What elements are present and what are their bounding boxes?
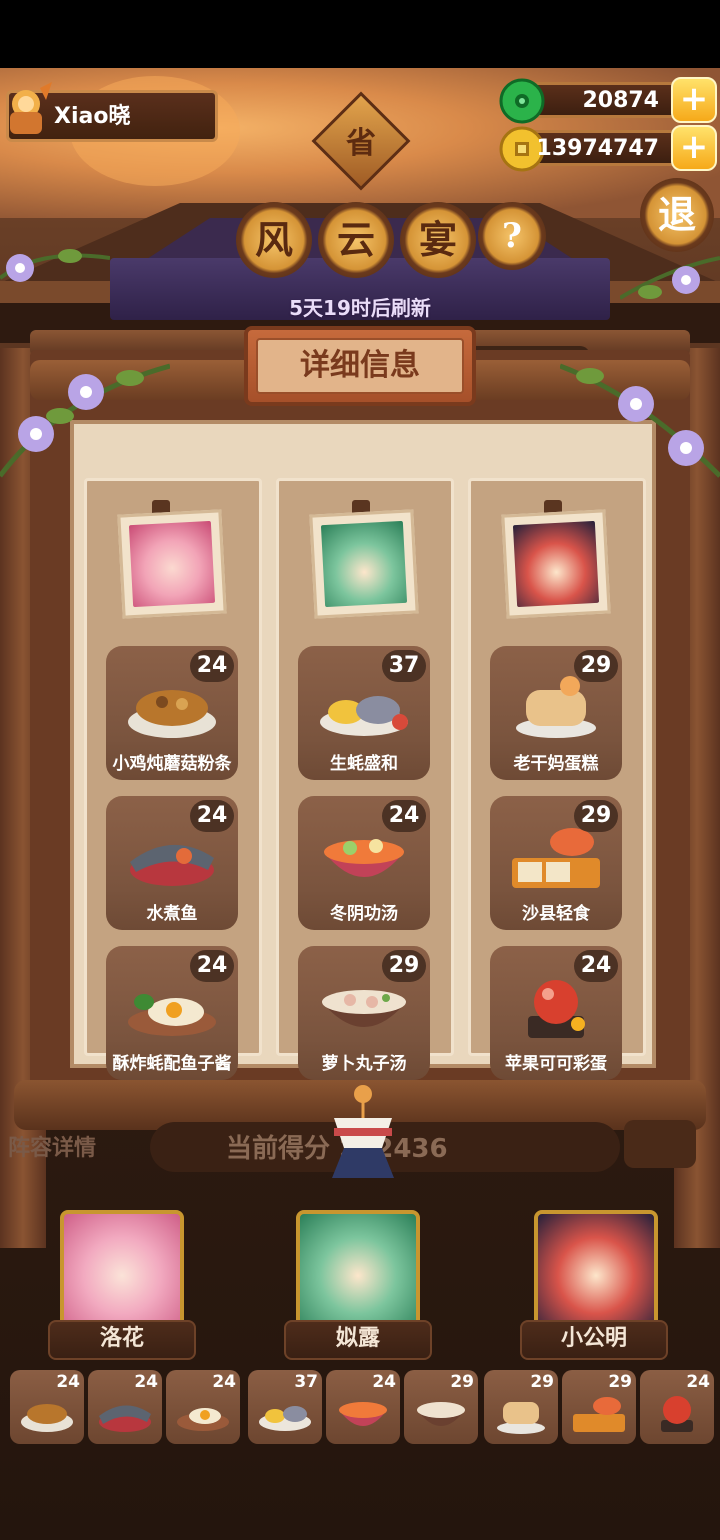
dish-slot-count: 37 <box>294 1372 318 1392</box>
dish-image <box>573 1397 625 1432</box>
dish-slot-count: 24 <box>134 1372 158 1392</box>
dish-slot[interactable]: 24 <box>326 1370 400 1444</box>
dish-image <box>417 1402 465 1426</box>
lineup-details-link[interactable]: 阵容详情 <box>8 1130 96 1162</box>
dish-slot[interactable]: 24 <box>166 1370 240 1444</box>
dish-slot[interactable]: 29 <box>562 1370 636 1444</box>
dish-name: 酥炸蚝配鱼子酱 <box>112 1054 232 1074</box>
dish-image <box>512 828 600 888</box>
dish-name: 水煮鱼 <box>146 904 198 924</box>
province-label: 省 <box>346 126 376 161</box>
player-name: Xiao晓 <box>54 104 131 129</box>
dish-image <box>259 1406 311 1431</box>
dish-image <box>497 1402 545 1434</box>
chef-portrait-1[interactable] <box>117 509 227 619</box>
dish-image <box>130 844 214 886</box>
dish-count: 37 <box>382 650 426 682</box>
dish-name: 生蚝盛和 <box>330 754 398 774</box>
coin-currency: 13974747 + <box>499 125 717 172</box>
chef-portrait-2[interactable] <box>309 509 419 619</box>
dish-image <box>322 990 406 1027</box>
dish-count: 29 <box>382 950 426 982</box>
dish-count: 24 <box>190 650 234 682</box>
hero-card-2[interactable] <box>296 1210 420 1330</box>
panel-title-plaque: 详细信息 <box>244 326 476 406</box>
dish-name: 沙县轻食 <box>522 904 590 924</box>
dish-count: 24 <box>382 800 426 832</box>
hero-card-3[interactable] <box>534 1210 658 1330</box>
add-coins-button[interactable]: + <box>671 125 717 171</box>
dish-card[interactable]: 29 老干妈蛋糕 <box>490 646 622 780</box>
dish-name: 冬阴功汤 <box>330 904 398 924</box>
dish-count: 24 <box>190 800 234 832</box>
hero-card-1[interactable] <box>60 1210 184 1330</box>
dish-card[interactable]: 24 小鸡炖蘑菇粉条 <box>106 646 238 780</box>
dish-card[interactable]: 24 冬阴功汤 <box>298 796 430 930</box>
dish-slot-count: 29 <box>608 1372 632 1392</box>
dish-name: 萝卜丸子汤 <box>321 1054 407 1074</box>
dish-slot-count: 24 <box>372 1372 396 1392</box>
dish-card[interactable]: 24 苹果可可彩蛋 <box>490 946 622 1080</box>
hero-name-1: 洛花 <box>48 1320 196 1360</box>
dish-image <box>339 1402 387 1426</box>
panel-title: 详细信息 <box>256 338 464 394</box>
flower-vine-icon <box>0 249 110 282</box>
dish-count: 24 <box>574 950 618 982</box>
dish-slot-count: 29 <box>450 1372 474 1392</box>
dish-card[interactable]: 24 水煮鱼 <box>106 796 238 930</box>
dish-name: 苹果可可彩蛋 <box>505 1054 607 1074</box>
dish-image <box>128 994 216 1036</box>
hero-name-2: 姒露 <box>284 1320 432 1360</box>
jade-currency: 20874 + <box>499 77 717 124</box>
reset-button[interactable] <box>624 1120 696 1168</box>
dish-name: 老干妈蛋糕 <box>513 754 599 774</box>
dish-image <box>516 676 596 738</box>
flower-vine-icon <box>620 256 720 300</box>
title-badge-3: 宴 <box>400 202 476 278</box>
add-jade-button[interactable]: + <box>671 77 717 123</box>
dish-slot[interactable]: 29 <box>404 1370 478 1444</box>
flower-vine-icon <box>560 363 720 478</box>
coin-value: 13974747 <box>536 136 659 161</box>
exit-button[interactable]: 退 <box>640 178 714 252</box>
dish-card[interactable]: 37 生蚝盛和 <box>298 646 430 780</box>
tassel-decoration <box>332 1085 394 1178</box>
dish-card[interactable]: 29 沙县轻食 <box>490 796 622 930</box>
dish-slot[interactable]: 24 <box>10 1370 84 1444</box>
dish-count: 24 <box>190 950 234 982</box>
dish-slot[interactable]: 37 <box>248 1370 322 1444</box>
dish-slot-count: 24 <box>56 1372 80 1392</box>
flower-vine-icon <box>0 363 170 478</box>
dish-slot-count: 24 <box>686 1372 710 1392</box>
dish-image <box>661 1396 693 1432</box>
dish-image <box>128 690 216 738</box>
dish-image <box>99 1405 151 1432</box>
dish-image <box>528 980 585 1038</box>
status-bar <box>0 0 720 68</box>
dish-count: 29 <box>574 650 618 682</box>
dish-slot-count: 29 <box>530 1372 554 1392</box>
dish-count: 29 <box>574 800 618 832</box>
dish-image <box>21 1404 73 1432</box>
dish-slot[interactable]: 29 <box>484 1370 558 1444</box>
title-badge-1: 风 <box>236 202 312 278</box>
help-button[interactable]: ? <box>478 202 546 270</box>
hero-name-3: 小公明 <box>520 1320 668 1360</box>
dish-slot[interactable]: 24 <box>88 1370 162 1444</box>
jade-value: 20874 <box>582 88 659 113</box>
dish-image <box>324 839 404 877</box>
dish-slot-count: 24 <box>212 1372 236 1392</box>
player-avatar[interactable] <box>0 82 54 138</box>
dish-card[interactable]: 29 萝卜丸子汤 <box>298 946 430 1080</box>
dish-card[interactable]: 24 酥炸蚝配鱼子酱 <box>106 946 238 1080</box>
jade-icon <box>499 78 545 124</box>
dish-name: 小鸡炖蘑菇粉条 <box>112 754 232 774</box>
title-badge-2: 云 <box>318 202 394 278</box>
chef-portrait-3[interactable] <box>501 509 611 619</box>
dish-image <box>177 1408 229 1431</box>
dish-image <box>320 696 408 736</box>
dish-slot[interactable]: 24 <box>640 1370 714 1444</box>
